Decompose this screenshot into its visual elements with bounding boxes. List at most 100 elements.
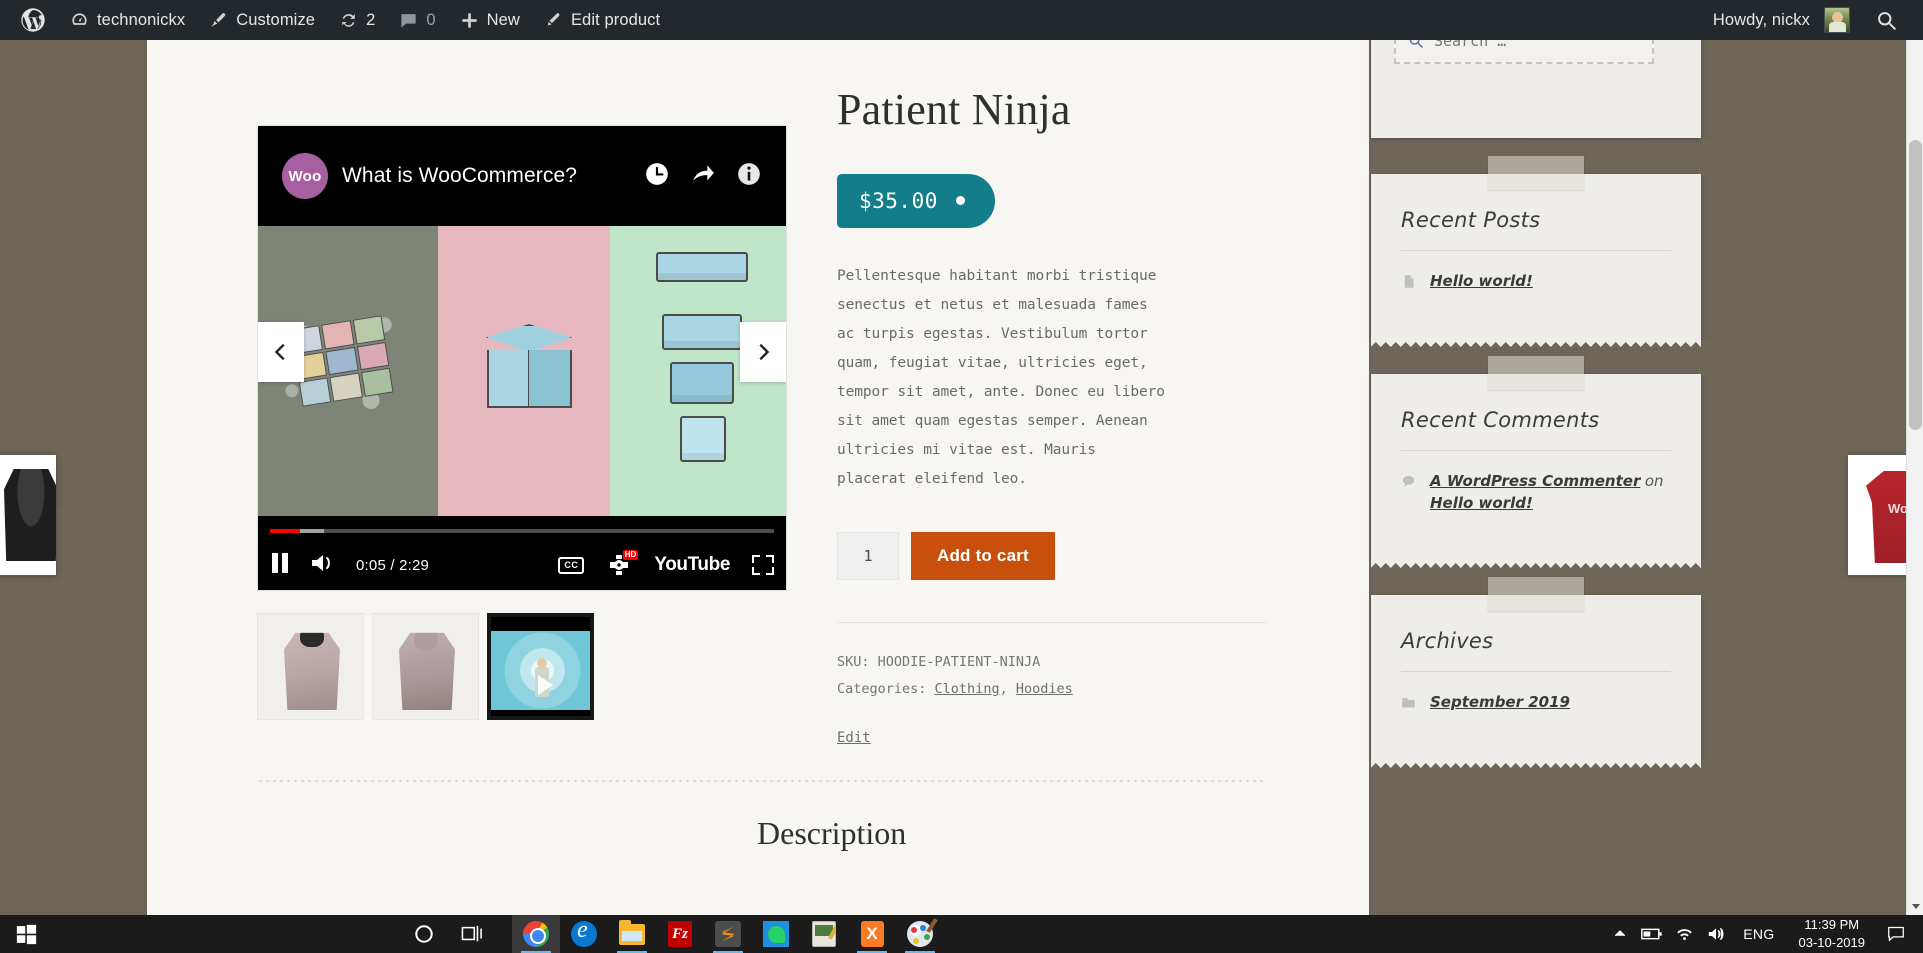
youtube-logo[interactable]: YouTube	[654, 554, 730, 576]
content-sheet: Woo What is WooCommerce?	[147, 40, 1369, 915]
progress-buffered	[300, 529, 324, 533]
product-short-description: Pellentesque habitant morbi tristique se…	[837, 262, 1167, 494]
video-header: Woo What is WooCommerce?	[258, 126, 786, 226]
search-icon	[1876, 10, 1897, 31]
categories-separator: ,	[1000, 681, 1008, 697]
edit-product-link[interactable]: Edit	[837, 724, 871, 753]
search-button[interactable]	[1862, 10, 1911, 31]
share-icon[interactable]	[690, 161, 716, 192]
new-content-button[interactable]: New	[448, 0, 532, 40]
wordpress-logo-icon[interactable]	[8, 0, 58, 40]
fullscreen-button[interactable]	[752, 555, 774, 575]
show-hidden-icons-icon[interactable]	[1605, 915, 1635, 953]
system-tray: ENG 11:39 PM 03-10-2019	[1605, 915, 1923, 953]
gallery-thumbnails	[257, 613, 787, 720]
page-scrollbar[interactable]	[1906, 0, 1923, 915]
isometric-cube-illustration	[486, 324, 572, 416]
quantity-input[interactable]	[837, 532, 899, 580]
widget-recent-posts: Recent Posts Hello world!	[1371, 174, 1701, 338]
hoodie-back-thumbnail[interactable]	[372, 613, 479, 720]
scrollbar-thumb[interactable]	[1909, 140, 1922, 430]
comment-author-link[interactable]: A WordPress Commenter	[1430, 472, 1640, 490]
scroll-down-button[interactable]	[1907, 898, 1923, 915]
sku-value: HOODIE-PATIENT-NINJA	[878, 654, 1041, 670]
video-controls-bar: 0:05 / 2:29 CC HD YouTube	[258, 516, 786, 590]
taskbar-app-sublime-text[interactable]	[704, 915, 752, 953]
browser-viewport: Wo Woo What is WooCommerce?	[0, 40, 1906, 915]
comment-icon	[1401, 474, 1416, 494]
clock[interactable]: 11:39 PM 03-10-2019	[1787, 916, 1878, 951]
captions-button[interactable]: CC	[558, 557, 584, 574]
taskbar-app-xampp[interactable]: X	[848, 915, 896, 953]
search-box[interactable]	[1394, 40, 1654, 64]
pause-button[interactable]	[270, 552, 290, 579]
taskbar-app-chrome[interactable]	[512, 915, 560, 953]
gallery-prev-button[interactable]	[258, 322, 304, 382]
taskbar-app-file-explorer[interactable]	[608, 915, 656, 953]
add-to-cart-button[interactable]: Add to cart	[911, 532, 1055, 580]
watch-later-icon[interactable]	[644, 161, 670, 192]
widget-title-archives: Archives	[1401, 629, 1671, 671]
settings-gear-icon[interactable]: HD	[606, 554, 632, 576]
categories-row: Categories: Clothing, Hoodies	[837, 676, 1267, 704]
price-tag-hole-icon	[956, 196, 965, 205]
search-input[interactable]	[1434, 40, 1640, 50]
video-progress-bar[interactable]	[270, 529, 774, 533]
archive-link[interactable]: September 2019	[1430, 692, 1570, 714]
video-time-display: 0:05 / 2:29	[356, 557, 429, 574]
recent-post-link[interactable]: Hello world!	[1430, 271, 1533, 293]
taskbar-app-whatsapp[interactable]	[752, 915, 800, 953]
youtube-video-player[interactable]: Woo What is WooCommerce?	[257, 125, 787, 591]
taskbar-app-filezilla[interactable]: Fz	[656, 915, 704, 953]
clock-date: 03-10-2019	[1799, 934, 1866, 952]
category-link-hoodies[interactable]: Hoodies	[1016, 681, 1073, 697]
site-name-label: technonickx	[97, 11, 185, 30]
task-view-icon[interactable]	[448, 915, 496, 953]
taskbar-app-edge[interactable]	[560, 915, 608, 953]
taskbar-app-buttons: Fz X	[512, 915, 944, 953]
customize-button[interactable]: Customize	[197, 0, 327, 40]
section-divider	[257, 780, 1267, 782]
new-label: New	[487, 11, 520, 30]
category-link-clothing[interactable]: Clothing	[935, 681, 1000, 697]
sidebar-item-site-name[interactable]: technonickx	[58, 0, 197, 40]
updates-button[interactable]: 2	[327, 0, 387, 40]
windows-start-icon[interactable]	[0, 915, 52, 953]
taskbar-app-paint[interactable]	[896, 915, 944, 953]
cortana-circle-icon[interactable]	[400, 915, 448, 953]
comments-button[interactable]: 0	[387, 0, 447, 40]
folder-icon	[1401, 695, 1416, 715]
sidebar: Recent Posts Hello world! Recent Comment…	[1371, 40, 1701, 795]
volume-icon[interactable]	[310, 552, 336, 579]
video-header-icons	[644, 161, 762, 192]
video-title[interactable]: What is WooCommerce?	[342, 164, 577, 188]
hoodie-front-thumbnail[interactable]	[257, 613, 364, 720]
related-product-peek-left[interactable]	[0, 455, 56, 575]
clock-time: 11:39 PM	[1799, 916, 1866, 934]
action-center-icon[interactable]	[1879, 915, 1913, 953]
customize-label: Customize	[236, 11, 315, 30]
admin-bar-left: technonickx Customize 2 0 New	[0, 0, 672, 40]
woo-channel-avatar[interactable]: Woo	[282, 153, 328, 199]
wordpress-admin-bar: technonickx Customize 2 0 New	[0, 0, 1923, 40]
xampp-icon: X	[861, 921, 884, 947]
dashboard-icon	[70, 11, 89, 30]
battery-icon[interactable]	[1637, 915, 1667, 953]
info-icon[interactable]	[736, 161, 762, 192]
taskbar-app-notepad[interactable]	[800, 915, 848, 953]
sku-row: SKU: HOODIE-PATIENT-NINJA	[837, 649, 1267, 677]
edit-product-button[interactable]: Edit product	[532, 0, 672, 40]
video-thumbnail[interactable]	[487, 613, 594, 720]
related-product-peek-right[interactable]: Wo	[1848, 455, 1906, 575]
tape-decoration	[1488, 356, 1584, 390]
volume-icon[interactable]	[1701, 915, 1731, 953]
progress-played	[270, 529, 300, 533]
my-account-menu[interactable]: Howdy, nickx	[1701, 0, 1862, 40]
gallery-next-button[interactable]	[740, 322, 786, 382]
language-indicator[interactable]: ENG	[1733, 926, 1784, 942]
comment-post-link[interactable]: Hello world!	[1430, 494, 1533, 512]
wifi-icon[interactable]	[1669, 915, 1699, 953]
tape-decoration	[1488, 577, 1584, 611]
woo-badge-label: Woo	[288, 168, 321, 185]
chrome-icon	[523, 921, 549, 947]
